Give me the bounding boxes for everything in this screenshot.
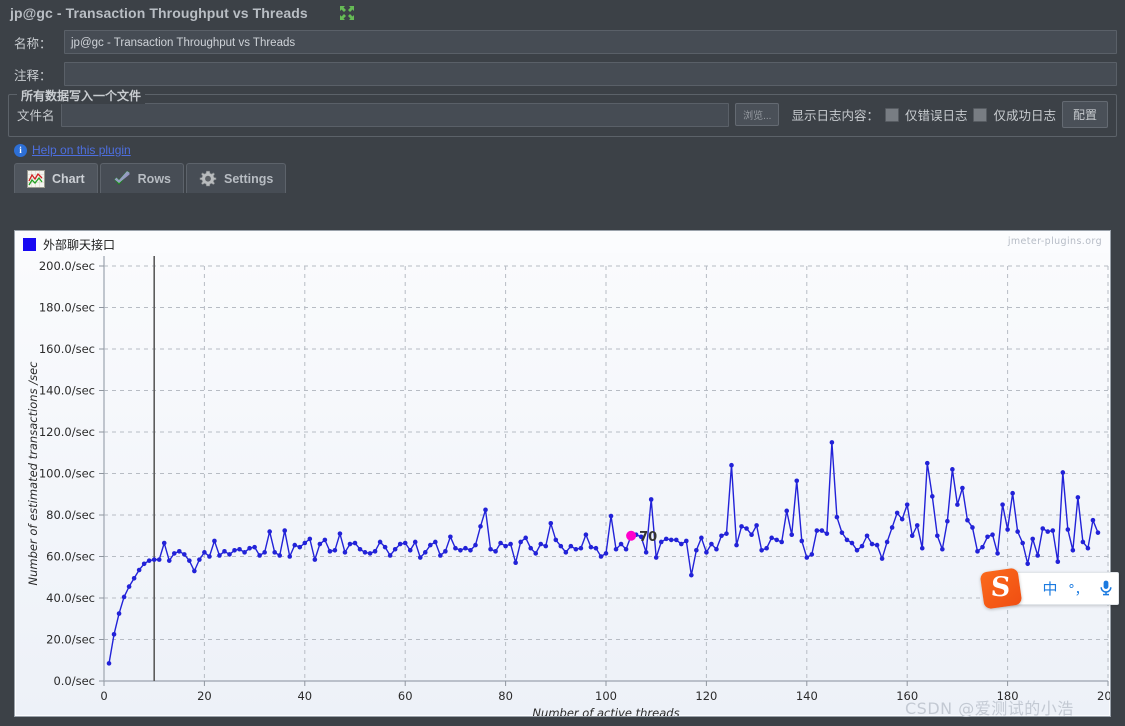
jmeter-plugin-panel: jp@gc - Transaction Throughput vs Thread… bbox=[0, 0, 1125, 726]
log-content-label: 显示日志内容： bbox=[791, 109, 879, 123]
help-line: i Help on this plugin bbox=[0, 137, 1125, 159]
tab-chart-label: Chart bbox=[52, 171, 85, 186]
tab-chart[interactable]: Chart bbox=[14, 163, 98, 193]
svg-text:40: 40 bbox=[297, 689, 312, 703]
tab-bar: Chart Rows Settings bbox=[0, 162, 1125, 193]
svg-text:180.0/sec: 180.0/sec bbox=[39, 301, 95, 315]
svg-text:60: 60 bbox=[398, 689, 413, 703]
info-icon: i bbox=[14, 143, 27, 157]
configure-button[interactable]: 配置 bbox=[1061, 101, 1108, 128]
svg-text:200.0/sec: 200.0/sec bbox=[39, 259, 95, 273]
svg-text:70: 70 bbox=[639, 530, 657, 545]
svg-text:20.0/sec: 20.0/sec bbox=[46, 633, 95, 647]
filename-input[interactable] bbox=[60, 102, 730, 127]
filename-row: 文件名 浏览... 显示日志内容： 仅错误日志 仅成功日志 配置 bbox=[17, 101, 1108, 128]
svg-text:20: 20 bbox=[197, 689, 212, 703]
success-only-label: 仅成功日志 bbox=[993, 109, 1056, 123]
titlebar: jp@gc - Transaction Throughput vs Thread… bbox=[0, 0, 1125, 26]
filename-label: 文件名 bbox=[17, 109, 55, 123]
svg-text:140.0/sec: 140.0/sec bbox=[39, 384, 95, 398]
svg-text:120.0/sec: 120.0/sec bbox=[39, 425, 95, 439]
checkmark-icon bbox=[113, 170, 131, 188]
success-only-checkbox-row[interactable]: 仅成功日志 bbox=[973, 105, 1056, 124]
error-only-label: 仅错误日志 bbox=[904, 109, 968, 123]
comment-row: 注释： bbox=[8, 58, 1117, 90]
name-input[interactable]: jp@gc - Transaction Throughput vs Thread… bbox=[64, 30, 1117, 54]
svg-text:80: 80 bbox=[498, 689, 513, 703]
svg-text:140: 140 bbox=[796, 689, 818, 703]
svg-text:Number of active threads: Number of active threads bbox=[532, 706, 679, 717]
comment-input[interactable] bbox=[64, 62, 1117, 86]
tab-settings[interactable]: Settings bbox=[186, 163, 287, 193]
sogou-logo-icon[interactable]: S bbox=[979, 567, 1023, 610]
page-title: jp@gc - Transaction Throughput vs Thread… bbox=[10, 5, 308, 21]
write-all-data-group: 所有数据写入一个文件 文件名 浏览... 显示日志内容： 仅错误日志 仅成功日志… bbox=[8, 87, 1117, 137]
chart-panel: 外部聊天接口 jmeter-plugins.org 0.0/sec 20.0/se… bbox=[14, 230, 1111, 717]
comment-label: 注释： bbox=[14, 68, 52, 83]
microphone-icon[interactable] bbox=[1097, 579, 1115, 597]
svg-text:0.0/sec: 0.0/sec bbox=[53, 674, 95, 688]
csdn-watermark: CSDN @爱测试的小浩 bbox=[905, 699, 1074, 718]
group-title: 所有数据写入一个文件 bbox=[17, 87, 146, 104]
tab-rows-label: Rows bbox=[137, 171, 171, 186]
gear-icon bbox=[199, 170, 217, 188]
svg-text:200: 200 bbox=[1097, 689, 1111, 703]
svg-text:80.0/sec: 80.0/sec bbox=[46, 508, 95, 522]
svg-text:60.0/sec: 60.0/sec bbox=[46, 550, 95, 564]
error-only-checkbox[interactable] bbox=[884, 107, 899, 122]
chart-icon bbox=[27, 169, 45, 188]
success-only-checkbox[interactable] bbox=[973, 107, 988, 122]
chart-canvas[interactable]: 0.0/sec 20.0/sec 40.0/sec 60.0/sec 80.0/sec 1… bbox=[15, 231, 1111, 717]
svg-text:100: 100 bbox=[595, 689, 617, 703]
svg-text:40.0/sec: 40.0/sec bbox=[46, 591, 95, 605]
svg-text:100.0/sec: 100.0/sec bbox=[39, 467, 95, 481]
svg-text:Number of estimated transactio: Number of estimated transactions /sec bbox=[26, 361, 40, 586]
name-row: 名称： jp@gc - Transaction Throughput vs Th… bbox=[8, 26, 1117, 58]
browse-button[interactable]: 浏览... bbox=[735, 103, 780, 126]
tab-rows[interactable]: Rows bbox=[99, 163, 184, 193]
svg-text:0: 0 bbox=[100, 689, 107, 703]
svg-text:160.0/sec: 160.0/sec bbox=[39, 342, 95, 356]
help-link[interactable]: Help on this plugin bbox=[32, 143, 131, 157]
ime-punctuation-toggle[interactable]: °， bbox=[1068, 579, 1088, 598]
svg-text:120: 120 bbox=[695, 689, 717, 703]
expand-icon[interactable] bbox=[338, 4, 356, 22]
form-area: 名称： jp@gc - Transaction Throughput vs Th… bbox=[0, 26, 1125, 90]
ime-mode-toggle[interactable]: 中 bbox=[1040, 578, 1060, 598]
sogou-ime-bar[interactable]: S 中 °， bbox=[979, 567, 1119, 610]
name-label: 名称： bbox=[14, 36, 52, 51]
error-only-checkbox-row[interactable]: 仅错误日志 bbox=[884, 105, 968, 124]
tab-settings-label: Settings bbox=[224, 171, 274, 186]
